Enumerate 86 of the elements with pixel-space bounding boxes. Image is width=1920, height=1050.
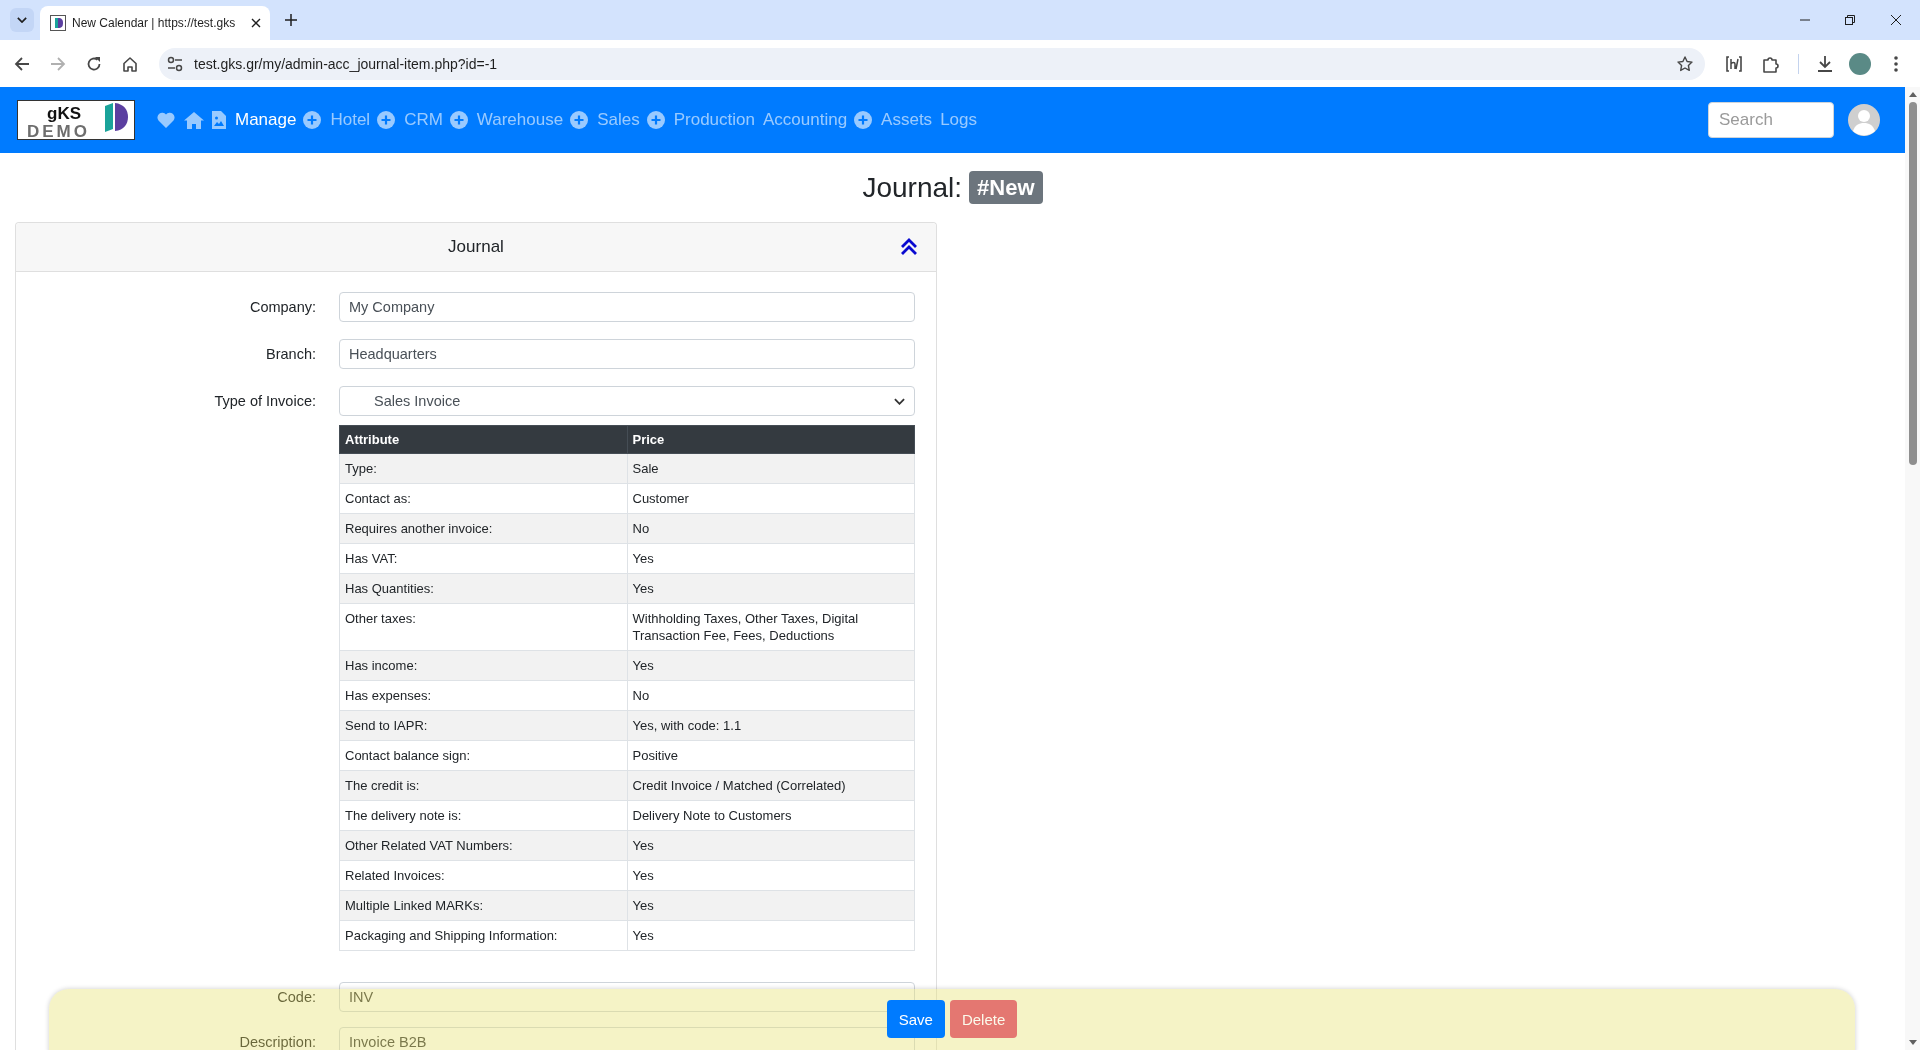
chevron-down-icon: [894, 397, 905, 405]
reload-icon[interactable]: [86, 55, 102, 72]
nav-link[interactable]: Sales: [597, 110, 640, 130]
back-arrow-icon[interactable]: [14, 55, 30, 72]
nav-link[interactable]: Warehouse: [476, 110, 564, 130]
table-cell: Has expenses:: [339, 680, 627, 711]
save-button[interactable]: Save: [886, 1000, 945, 1038]
address-bar[interactable]: test.gks.gr/my/admin-acc_journal-item.php?id=-1: [159, 47, 1705, 80]
nav-link[interactable]: Production: [673, 110, 755, 130]
nav-link[interactable]: Accounting: [762, 110, 848, 130]
table-cell: Yes: [627, 650, 915, 681]
table-cell: Type:: [339, 453, 627, 484]
home-icon[interactable]: [122, 55, 138, 72]
table-cell: No: [627, 513, 915, 544]
table-cell: Yes: [627, 860, 915, 891]
table-cell: Send to IAPR:: [339, 710, 627, 741]
field-label: Branch:: [266, 346, 316, 362]
search-field[interactable]: Search: [1708, 102, 1834, 138]
table-cell: Other taxes:: [339, 603, 627, 651]
nav-link[interactable]: Assets: [881, 110, 933, 130]
puzzle-piece-icon[interactable]: [1762, 54, 1780, 73]
table-cell: Requires another invoice:: [339, 513, 627, 544]
text-field[interactable]: Headquarters: [339, 339, 915, 369]
select-field[interactable]: Sales Invoice: [339, 386, 915, 416]
nav-link[interactable]: Logs: [940, 110, 977, 130]
new-tab-plus-icon[interactable]: [285, 14, 297, 26]
column-header: Attribute: [339, 425, 627, 454]
column-header: Price: [627, 425, 915, 454]
nav-link[interactable]: CRM: [404, 110, 443, 130]
site-logo[interactable]: gKS DEMO: [17, 100, 135, 140]
star-icon[interactable]: [1677, 55, 1693, 72]
field-label: Type of Invoice:: [214, 393, 316, 409]
table-cell: The delivery note is:: [339, 800, 627, 831]
scrollbar-track[interactable]: [1905, 87, 1920, 1050]
close-icon[interactable]: [251, 18, 261, 28]
download-icon[interactable]: [1816, 54, 1834, 73]
nav-link[interactable]: Hotel: [330, 110, 371, 130]
user-avatar-icon[interactable]: [1848, 104, 1880, 136]
text-field[interactable]: Invoice B2B: [339, 1027, 915, 1050]
menu-dots-icon[interactable]: [1894, 55, 1898, 72]
scrollbar-thumb[interactable]: [1908, 102, 1917, 465]
table-cell: Positive: [627, 740, 915, 771]
browser-tab[interactable]: New Calendar | https://test.gks: [40, 6, 270, 40]
field-label: Code:: [277, 989, 316, 1005]
profile-avatar-icon[interactable]: [1849, 52, 1871, 75]
table-cell: Sale: [627, 453, 915, 484]
scroll-down-arrow-icon[interactable]: [1908, 1040, 1917, 1045]
table-cell: Yes: [627, 573, 915, 604]
close-icon[interactable]: [1891, 15, 1901, 25]
scroll-up-arrow-icon[interactable]: [1908, 92, 1917, 97]
field-label: Company:: [249, 299, 316, 315]
table-cell: Yes: [627, 543, 915, 574]
table-cell: Multiple Linked MARKs:: [339, 890, 627, 921]
table-cell: Has Quantities:: [339, 573, 627, 604]
field-label: Description:: [239, 1034, 316, 1050]
table-cell: Yes: [627, 830, 915, 861]
table-cell: Yes: [627, 920, 915, 951]
restore-icon[interactable]: [1845, 15, 1855, 25]
url-text: test.gks.gr/my/admin-acc_journal-item.php?id=-1: [194, 55, 498, 72]
table-cell: Delivery Note to Customers: [627, 800, 915, 831]
table-cell: Withholding Taxes, Other Taxes, Digital Transaction Fee, Fees, Deductions: [627, 603, 915, 651]
table-cell: Yes: [627, 890, 915, 921]
table-cell: Other Related VAT Numbers:: [339, 830, 627, 861]
table-cell: Packaging and Shipping Information:: [339, 920, 627, 951]
table-cell: Customer: [627, 483, 915, 514]
status-badge: #New: [969, 171, 1043, 204]
table-cell: Has income:: [339, 650, 627, 681]
card-title: Journal: [448, 237, 504, 257]
nav-link[interactable]: Manage: [235, 110, 297, 130]
text-field[interactable]: INV: [339, 982, 915, 1012]
table-cell: Related Invoices:: [339, 860, 627, 891]
table-cell: Yes, with code: 1.1: [627, 710, 915, 741]
table-cell: Contact as:: [339, 483, 627, 514]
page-title: Journal:: [862, 171, 963, 204]
bracket-extension-icon[interactable]: [1725, 54, 1743, 73]
table-cell: No: [627, 680, 915, 711]
chevron-down-icon: [17, 17, 27, 23]
table-cell: Has VAT:: [339, 543, 627, 574]
double-chevron-up-icon[interactable]: [900, 238, 918, 256]
site-settings-icon[interactable]: [167, 55, 183, 72]
table-cell: Credit Invoice / Matched (Correlated): [627, 770, 915, 801]
tab-list-button[interactable]: [10, 8, 34, 32]
table-cell: Contact balance sign:: [339, 740, 627, 771]
text-field[interactable]: My Company: [339, 292, 915, 322]
table-cell: The credit is:: [339, 770, 627, 801]
favicon-icon: [50, 15, 66, 31]
